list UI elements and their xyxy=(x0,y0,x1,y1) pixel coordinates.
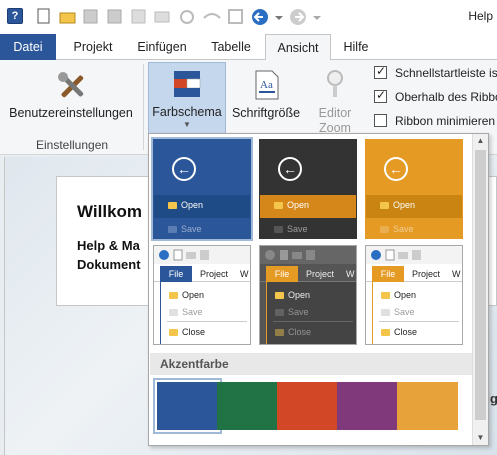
save-icon xyxy=(83,9,98,24)
open-label: Open xyxy=(393,200,416,210)
save-icon xyxy=(168,226,177,234)
preview-toolbar-icons xyxy=(371,249,421,261)
color-scheme-button[interactable]: Farbschema ▼ xyxy=(148,62,226,135)
zoom-icon xyxy=(327,70,343,97)
save-label: Save xyxy=(393,224,414,234)
dropdown-icon xyxy=(313,16,321,20)
ribbon-tabs: Datei Projekt Einfügen Tabelle Ansicht H… xyxy=(0,34,497,61)
scheme-option-orange[interactable]: ← Open Save xyxy=(365,139,463,239)
folder-icon xyxy=(274,202,283,210)
scheme-option-dark[interactable]: ← Open Save xyxy=(259,139,357,239)
close-icon xyxy=(169,329,178,337)
scroll-down-icon[interactable]: ▼ xyxy=(473,431,488,445)
preview-file-tab: File xyxy=(266,266,298,282)
folder-icon xyxy=(169,292,178,300)
accent-header: Akzentfarbe xyxy=(150,353,472,375)
save-icon xyxy=(169,309,178,317)
app-icon[interactable]: ? xyxy=(7,8,23,24)
forward-icon xyxy=(290,9,306,25)
folder-icon xyxy=(380,202,389,210)
accent-swatch-red[interactable] xyxy=(277,382,338,430)
back-arrow-icon: ← xyxy=(172,157,196,181)
accent-label: Akzentfarbe xyxy=(160,357,229,371)
print-icon xyxy=(154,11,170,23)
new-doc-icon xyxy=(37,8,50,24)
title-bar: ? Help xyxy=(0,0,497,34)
group-label-settings: Einstellungen xyxy=(36,138,109,152)
accent-swatch-orange[interactable] xyxy=(397,382,458,430)
tools-icon xyxy=(58,72,84,98)
preview-toolbar xyxy=(366,246,462,264)
preview-toolbar-icons xyxy=(265,250,315,260)
preview-project-tab: Project xyxy=(200,269,229,279)
back-icon xyxy=(252,9,268,25)
open-label: Open xyxy=(287,200,310,210)
open-label: Open xyxy=(181,200,204,210)
welcome-text-line2: Dokument xyxy=(77,257,141,272)
preview-toolbar xyxy=(154,246,250,264)
group-separator xyxy=(143,64,144,150)
scheme-preview-light-blue[interactable]: File Project W Open Save Close xyxy=(153,245,251,345)
close-icon xyxy=(275,329,284,337)
back-arrow-icon: ← xyxy=(278,157,302,181)
save-label: Save xyxy=(287,224,308,234)
color-scheme-gallery: ← Open Save ← Open Save ← Open Save File… xyxy=(148,133,489,446)
tab-einfuegen[interactable]: Einfügen xyxy=(130,34,194,60)
svg-text:Aa: Aa xyxy=(260,79,273,91)
preview-toolbar xyxy=(260,246,356,264)
checkbox[interactable] xyxy=(374,64,387,79)
folder-icon xyxy=(168,202,177,210)
preview-tab-partial: W xyxy=(452,269,461,279)
undo-icon xyxy=(203,13,221,19)
font-size-icon: Aa xyxy=(255,70,279,100)
welcome-title: Willkom xyxy=(77,202,143,221)
refresh-icon xyxy=(180,10,194,24)
scheme-preview-light-orange[interactable]: File Project W Open Save Close xyxy=(365,245,463,345)
preview-project-tab: Project xyxy=(306,269,335,279)
color-scheme-icon xyxy=(174,71,201,97)
save-icon xyxy=(381,309,390,317)
tab-ansicht[interactable]: Ansicht xyxy=(265,34,331,61)
scheme-option-blue[interactable]: ← Open Save xyxy=(151,137,253,241)
scheme-preview-dark[interactable]: File Project W Open Save Close xyxy=(259,245,357,345)
quick-access-toolbar xyxy=(37,8,321,25)
dropdown-icon xyxy=(275,16,283,20)
welcome-text-line1: Help & Ma xyxy=(77,238,140,253)
folder-icon xyxy=(381,292,390,300)
save-icon xyxy=(380,226,389,234)
tab-datei[interactable]: Datei xyxy=(0,34,56,60)
export-icon xyxy=(131,9,146,24)
save-icon xyxy=(275,309,284,317)
back-arrow-icon: ← xyxy=(384,157,408,181)
preview-file-tab: File xyxy=(372,266,404,282)
tab-projekt[interactable]: Projekt xyxy=(64,34,122,60)
window-title: Help xyxy=(468,9,493,23)
accent-swatch-purple[interactable] xyxy=(337,382,398,430)
scroll-thumb[interactable] xyxy=(475,150,486,420)
preview-toolbar-icons xyxy=(159,249,209,261)
preview-project-tab: Project xyxy=(412,269,441,279)
tab-tabelle[interactable]: Tabelle xyxy=(202,34,260,60)
accent-swatch-green[interactable] xyxy=(217,382,278,430)
checkbox[interactable] xyxy=(374,88,387,103)
save-all-icon xyxy=(107,9,122,24)
preview-tab-partial: W xyxy=(240,269,249,279)
editor-zoom-button[interactable]: Editor Zoom xyxy=(306,64,364,136)
frame-icon xyxy=(228,9,243,24)
chevron-down-icon: ▼ xyxy=(183,120,191,129)
user-settings-button[interactable]: Benutzereinstellungen xyxy=(6,64,136,128)
close-icon xyxy=(381,329,390,337)
save-label: Save xyxy=(181,224,202,234)
open-folder-icon xyxy=(59,12,76,24)
tab-hilfe[interactable]: Hilfe xyxy=(334,34,378,60)
preview-file-tab: File xyxy=(160,266,192,282)
preview-tab-partial: W xyxy=(346,269,355,279)
save-icon xyxy=(274,226,283,234)
folder-icon xyxy=(275,292,284,300)
gallery-scrollbar[interactable]: ▲ ▼ xyxy=(472,134,488,445)
scroll-up-icon[interactable]: ▲ xyxy=(473,134,488,148)
font-size-button[interactable]: Aa Schriftgröße xyxy=(230,64,302,128)
checkbox[interactable] xyxy=(374,114,387,127)
accent-swatch-blue[interactable] xyxy=(153,378,222,434)
